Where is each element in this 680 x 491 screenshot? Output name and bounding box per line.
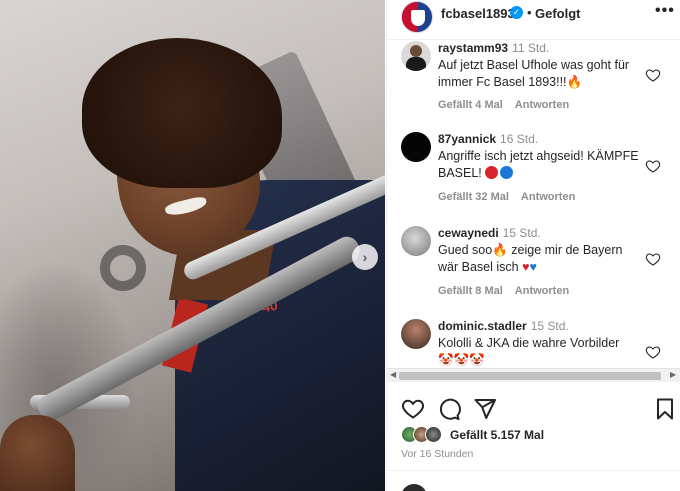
fire-emoji: 🔥 xyxy=(566,75,583,89)
current-user-avatar xyxy=(401,484,427,491)
comment-avatar[interactable] xyxy=(401,226,431,256)
photo-hair xyxy=(82,38,282,188)
comment-avatar[interactable] xyxy=(401,319,431,349)
red-heart-emoji: ♥ xyxy=(522,260,530,274)
comment-meta: Gefällt 4 Mal Antworten xyxy=(438,99,581,111)
verified-badge-icon: ✓ xyxy=(510,6,523,19)
next-image-button[interactable]: › xyxy=(352,244,378,270)
scrollbar-thumb[interactable] xyxy=(399,372,661,380)
likes-count[interactable]: Gefällt 5.157 Mal xyxy=(450,428,544,442)
follow-status-button[interactable]: Gefolgt xyxy=(535,6,581,21)
comment-text: Auf jetzt Basel Ufhole was goht für imme… xyxy=(438,58,630,89)
clown-emoji: 🤡🤡🤡 xyxy=(438,353,485,367)
post-actions xyxy=(387,393,680,423)
comment-text: Gued soo🔥 zeige mir de Bayern wär Basel … xyxy=(438,243,623,274)
comment-likes[interactable]: Gefällt 8 Mal xyxy=(438,285,503,297)
comment-username[interactable]: 87yannick xyxy=(438,132,496,146)
comment-time: 16 Std. xyxy=(500,132,539,146)
account-handle[interactable]: fcbasel1893 xyxy=(441,6,515,21)
comment-username[interactable]: dominic.stadler xyxy=(438,319,527,333)
red-circle-emoji xyxy=(485,166,499,179)
comment-username[interactable]: raystamm93 xyxy=(438,41,508,55)
photo-hand xyxy=(0,415,75,491)
separator-dot: • xyxy=(527,5,532,20)
divider xyxy=(387,470,680,471)
comment-meta: Gefällt 32 Mal Antworten xyxy=(438,191,587,203)
blue-heart-emoji: ♥ xyxy=(529,260,537,274)
reply-button[interactable]: Antworten xyxy=(515,99,569,111)
like-comment-heart-icon[interactable] xyxy=(645,344,661,360)
fire-emoji: 🔥 xyxy=(492,243,508,257)
like-comment-heart-icon[interactable] xyxy=(645,251,661,267)
comment-time: 11 Std. xyxy=(512,41,550,55)
comment-meta: Gefällt 8 Mal Antworten xyxy=(438,285,581,297)
comment-likes[interactable]: Gefällt 4 Mal xyxy=(438,99,503,111)
share-send-icon[interactable] xyxy=(473,397,497,421)
post-header: fcbasel1893 ✓ • Gefolgt ••• xyxy=(387,0,680,40)
account-avatar[interactable] xyxy=(401,1,433,33)
scroll-right-icon[interactable]: ▶ xyxy=(670,370,676,379)
comments-list: raystamm93 11 Std. Auf jetzt Basel Ufhole… xyxy=(387,41,680,368)
blue-circle-emoji xyxy=(500,166,514,179)
comment-avatar[interactable] xyxy=(401,132,431,162)
comment-likes[interactable]: Gefällt 32 Mal xyxy=(438,191,509,203)
like-comment-heart-icon[interactable] xyxy=(645,67,661,83)
more-options-icon[interactable]: ••• xyxy=(655,2,675,20)
club-crest-icon xyxy=(411,10,425,26)
comment-avatar[interactable] xyxy=(401,41,431,71)
comment-time: 15 Std. xyxy=(502,226,541,240)
photo-weight-disc xyxy=(100,245,146,291)
comment-bubble-icon[interactable] xyxy=(437,397,461,421)
liker-avatar[interactable] xyxy=(425,426,442,443)
comment-time: 15 Std. xyxy=(530,319,569,333)
post-timestamp[interactable]: Vor 16 Stunden xyxy=(401,448,473,460)
reply-button[interactable]: Antworten xyxy=(521,191,575,203)
like-heart-icon[interactable] xyxy=(401,397,425,421)
comment-username[interactable]: cewaynedi xyxy=(438,226,499,240)
post-details-panel: fcbasel1893 ✓ • Gefolgt ••• raystamm93 11… xyxy=(386,0,680,491)
comment-text: Angriffe isch jetzt ahgseid! KÄMPFE BASE… xyxy=(438,149,639,180)
scroll-left-icon[interactable]: ◀ xyxy=(390,370,396,379)
like-comment-heart-icon[interactable] xyxy=(645,158,661,174)
horizontal-scrollbar[interactable]: ◀ ▶ xyxy=(387,368,680,382)
comment-text: Kololli & JKA die wahre Vorbilder 🤡🤡🤡 xyxy=(438,336,620,367)
save-bookmark-icon[interactable] xyxy=(653,397,677,421)
post-photo: 40 › xyxy=(0,0,385,491)
reply-button[interactable]: Antworten xyxy=(515,285,569,297)
likes-summary: Gefällt 5.157 Mal xyxy=(401,426,671,446)
